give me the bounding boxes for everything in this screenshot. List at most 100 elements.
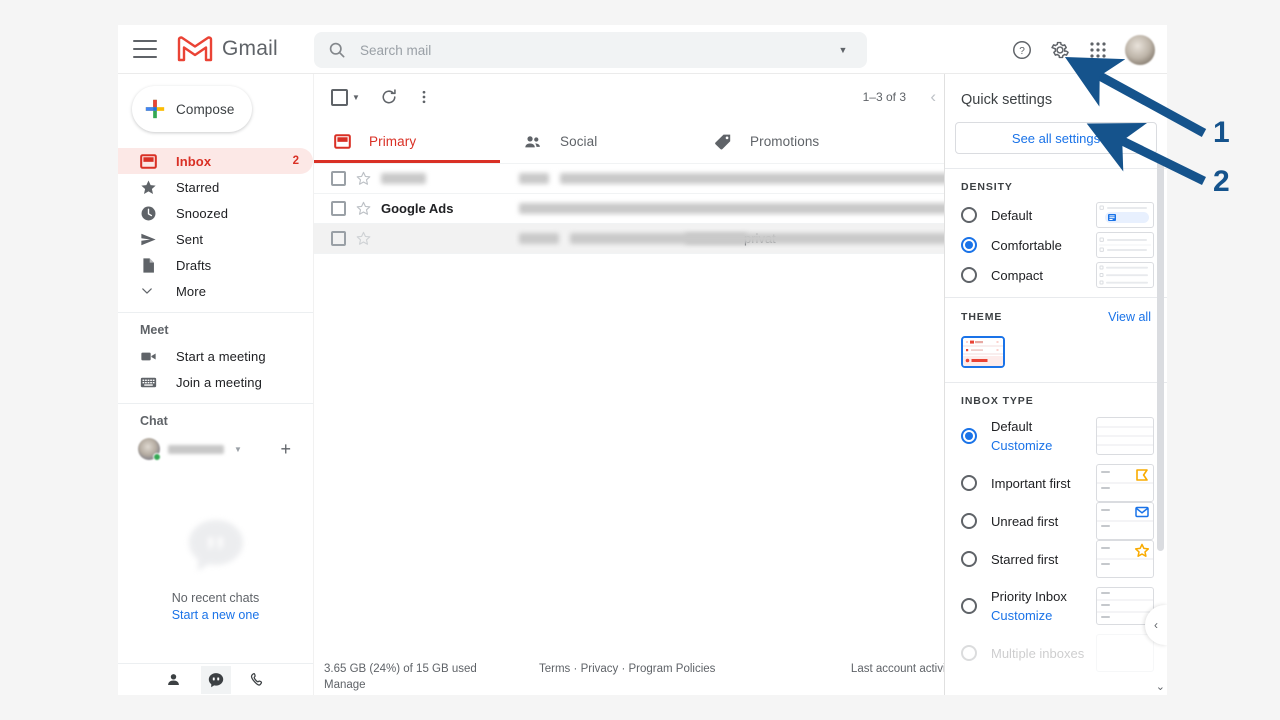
theme-default-thumb[interactable] (961, 336, 1005, 368)
option-label: Priority Inbox (991, 589, 1067, 604)
message-list: 10:07 AM Google Ads 10:21 PM privat (314, 164, 1046, 254)
sidebar-item-inbox[interactable]: Inbox 2 (118, 148, 313, 174)
annotation-number-1: 1 (1213, 116, 1230, 149)
inbox-unread-thumb[interactable] (1096, 502, 1154, 540)
show-search-options-chevron-icon[interactable]: ▼ (831, 45, 855, 55)
privacy-link[interactable]: Privacy (581, 663, 619, 675)
table-row[interactable]: Google Ads 10:21 PM (314, 194, 1046, 224)
chevron-down-icon[interactable]: ▼ (352, 93, 360, 102)
inbox-important-thumb[interactable] (1096, 464, 1154, 502)
scrollbar-thumb[interactable] (1157, 156, 1164, 551)
contacts-button[interactable] (159, 666, 189, 694)
settings-button[interactable] (1041, 31, 1079, 69)
search-bar[interactable]: ▼ (314, 32, 867, 68)
row-checkbox[interactable] (331, 171, 346, 186)
star-icon[interactable] (356, 231, 371, 246)
tab-label: Primary (369, 134, 416, 149)
phone-button[interactable] (243, 666, 273, 694)
draft-icon (140, 257, 160, 274)
select-all-control[interactable]: ▼ (331, 89, 360, 106)
sidebar-item-more[interactable]: More (118, 278, 313, 304)
gmail-logo[interactable]: Gmail (176, 35, 278, 63)
google-apps-button[interactable] (1079, 31, 1117, 69)
chat-account-row[interactable]: ▼ + (118, 434, 313, 464)
sidebar-item-drafts[interactable]: Drafts (118, 252, 313, 278)
sidebar-item-join-a-meeting[interactable]: Join a meeting (118, 369, 313, 395)
tab-primary[interactable]: Primary (314, 120, 504, 163)
radio-button[interactable] (961, 207, 977, 223)
checkbox-icon[interactable] (331, 89, 348, 106)
account-avatar[interactable] (1125, 35, 1155, 65)
option-label: Default (991, 419, 1052, 434)
option-label: Default (991, 208, 1032, 223)
keyboard-icon (140, 374, 160, 391)
radio-button[interactable] (961, 237, 977, 253)
search-input[interactable] (360, 43, 831, 58)
chat-button[interactable] (201, 666, 231, 694)
sidebar-item-starred[interactable]: Starred (118, 174, 313, 200)
radio-button[interactable] (961, 267, 977, 283)
chat-start-new-link[interactable]: Start a new one (118, 608, 313, 622)
new-chat-plus-icon[interactable]: + (280, 440, 291, 458)
compose-button[interactable]: Compose (132, 86, 252, 132)
tab-social[interactable]: Social (504, 120, 694, 163)
option-label: Comfortable (991, 238, 1062, 253)
inbox-default-thumb[interactable] (1096, 417, 1154, 455)
program-policies-link[interactable]: Program Policies (629, 663, 716, 675)
theme-view-all-link[interactable]: View all (1108, 310, 1151, 324)
inbox-starred-thumb[interactable] (1096, 540, 1154, 578)
customize-link[interactable]: Customize (991, 438, 1052, 453)
radio-button[interactable] (961, 645, 977, 661)
density-option-compact[interactable]: Compact (945, 267, 1167, 283)
more-options-button[interactable] (416, 89, 432, 105)
chevron-down-icon[interactable]: ▼ (234, 445, 242, 454)
radio-button[interactable] (961, 475, 977, 491)
top-bar: Gmail ▼ ? (118, 25, 1167, 74)
search-icon[interactable] (327, 40, 347, 60)
inbox-multiple-thumb[interactable] (1096, 634, 1154, 672)
customize-link[interactable]: Customize (991, 608, 1067, 623)
see-all-settings-button[interactable]: See all settings (955, 122, 1157, 154)
support-button[interactable]: ? (1003, 31, 1041, 69)
previous-page-button[interactable]: ‹ (930, 87, 936, 107)
star-icon[interactable] (356, 201, 371, 216)
radio-button[interactable] (961, 513, 977, 529)
table-row[interactable]: 10:07 AM (314, 164, 1046, 194)
inbox-type-option-multiple-inboxes[interactable]: Multiple inboxes (945, 645, 1167, 661)
sidebar-item-label: Start a meeting (176, 349, 266, 364)
inbox-type-option-starred-first[interactable]: Starred first (945, 551, 1167, 567)
density-option-default[interactable]: Default (945, 207, 1167, 223)
radio-button[interactable] (961, 598, 977, 614)
inbox-type-option-priority-inbox[interactable]: Priority Inbox Customize (945, 589, 1167, 623)
star-icon[interactable] (356, 171, 371, 186)
star-icon (140, 179, 160, 196)
chat-icon (208, 672, 224, 688)
tab-promotions[interactable]: Promotions (694, 120, 884, 163)
density-compact-thumb[interactable] (1096, 262, 1154, 288)
row-checkbox[interactable] (331, 231, 346, 246)
density-default-thumb[interactable] (1096, 202, 1154, 228)
clock-icon (140, 205, 160, 222)
radio-button[interactable] (961, 551, 977, 567)
gmail-m-icon (176, 35, 214, 63)
people-icon (524, 133, 542, 151)
table-row[interactable]: privat Jul 13 (314, 224, 1046, 254)
hamburger-menu-icon[interactable] (133, 40, 157, 58)
manage-storage-link[interactable]: Manage (324, 679, 477, 691)
density-option-comfortable[interactable]: Comfortable (945, 237, 1167, 253)
sidebar-item-snoozed[interactable]: Snoozed (118, 200, 313, 226)
refresh-icon (380, 88, 398, 106)
chat-account-name-redacted (168, 445, 224, 454)
sidebar-item-start-a-meeting[interactable]: Start a meeting (118, 343, 313, 369)
panel-scroll-down-chevron-icon[interactable]: ⌄ (1156, 680, 1165, 693)
sidebar-item-sent[interactable]: Sent (118, 226, 313, 252)
refresh-button[interactable] (380, 88, 398, 106)
chat-heading: Chat (118, 414, 313, 428)
inbox-type-option-important-first[interactable]: Important first (945, 475, 1167, 491)
terms-link[interactable]: Terms (539, 663, 570, 675)
row-checkbox[interactable] (331, 201, 346, 216)
density-comfortable-thumb[interactable] (1096, 232, 1154, 258)
inbox-type-option-default[interactable]: Default Customize (945, 419, 1167, 453)
inbox-type-option-unread-first[interactable]: Unread first (945, 513, 1167, 529)
radio-button[interactable] (961, 428, 977, 444)
